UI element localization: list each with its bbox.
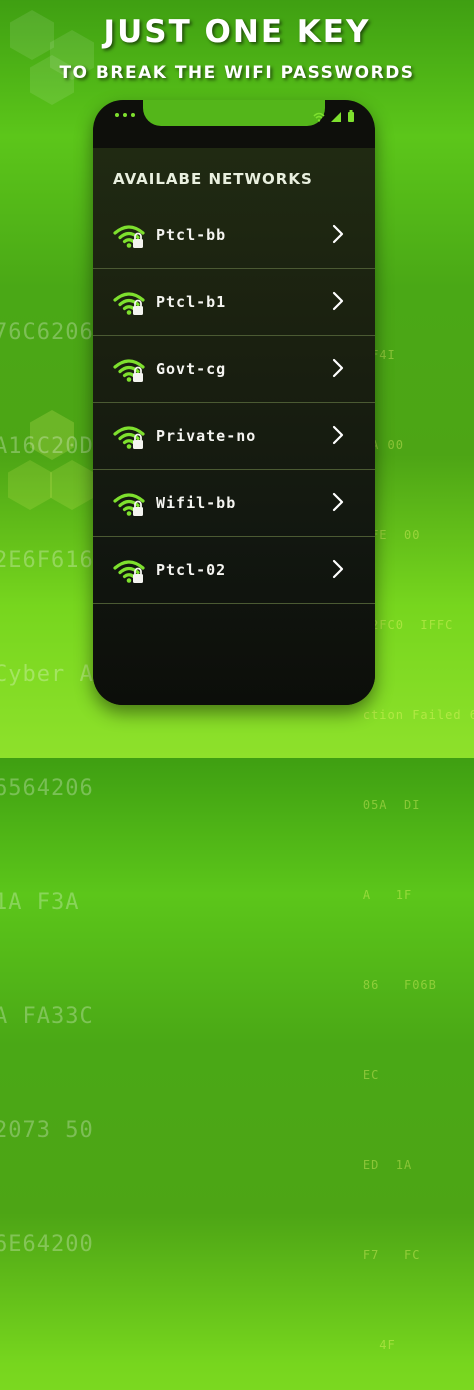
chevron-right-icon xyxy=(331,291,345,315)
wifi-lock-icon xyxy=(113,558,147,588)
background-code-right: 3F4I 5A 00 OFE 00 I2FC0 IFFC ction Faile… xyxy=(362,348,474,1352)
network-row-5[interactable]: Wifil-bb xyxy=(93,470,375,537)
network-name: Ptcl-02 xyxy=(156,561,227,579)
background-code-left: 76C6206 A16C20D 2E6F616 Cyber A 6564206 … xyxy=(0,320,94,1257)
network-screen: AVAILABE NETWORKS Ptcl-bb Ptcl-b1 Govt-c… xyxy=(93,148,375,705)
network-row-1[interactable]: Ptcl-bb xyxy=(93,202,375,269)
network-row-4[interactable]: Private-no xyxy=(93,403,375,470)
chevron-right-icon xyxy=(331,425,345,449)
chevron-right-icon xyxy=(331,559,345,583)
wifi-lock-icon xyxy=(113,223,147,253)
network-row-3[interactable]: Govt-cg xyxy=(93,336,375,403)
signal-icon xyxy=(331,112,341,122)
network-name: Private-no xyxy=(156,427,257,445)
network-name: Ptcl-b1 xyxy=(156,293,227,311)
network-list: Ptcl-bb Ptcl-b1 Govt-cg Private-no Wifil… xyxy=(93,202,375,604)
wifi-lock-icon xyxy=(113,424,147,454)
phone-notch xyxy=(143,100,325,126)
wifi-lock-icon xyxy=(113,491,147,521)
hero-title: JUST ONE KEY xyxy=(103,14,371,50)
network-name: Wifil-bb xyxy=(156,494,237,512)
network-row-6[interactable]: Ptcl-02 xyxy=(93,537,375,604)
wifi-status-icon xyxy=(313,112,325,122)
wifi-lock-icon xyxy=(113,357,147,387)
network-name: Ptcl-bb xyxy=(156,226,227,244)
hero-subtitle: TO BREAK THE WIFI PASSWORDS xyxy=(59,63,415,83)
status-dots-icon xyxy=(115,113,135,117)
chevron-right-icon xyxy=(331,224,345,248)
phone-mockup: AVAILABE NETWORKS Ptcl-bb Ptcl-b1 Govt-c… xyxy=(93,100,375,705)
battery-icon xyxy=(348,110,354,122)
chevron-right-icon xyxy=(331,492,345,516)
wifi-lock-icon xyxy=(113,290,147,320)
network-row-2[interactable]: Ptcl-b1 xyxy=(93,269,375,336)
status-bar-icons xyxy=(313,110,355,122)
chevron-right-icon xyxy=(331,358,345,382)
network-name: Govt-cg xyxy=(156,360,227,378)
networks-heading: AVAILABE NETWORKS xyxy=(113,170,313,188)
